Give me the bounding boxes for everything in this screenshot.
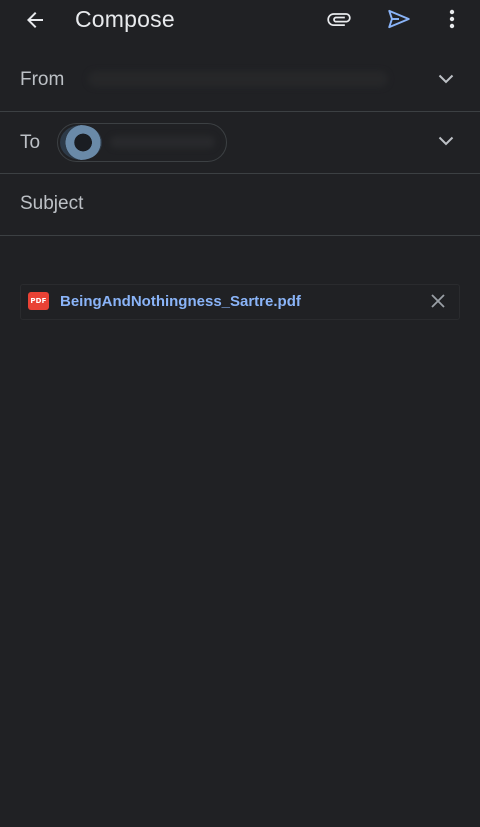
to-expand-button[interactable]: [434, 131, 458, 151]
page-title: Compose: [75, 6, 175, 32]
send-icon: [388, 9, 410, 29]
compose-screen: Compose From To Subject PDF BeingAndNoth…: [0, 0, 480, 827]
from-expand-button[interactable]: [434, 69, 458, 89]
recipient-chip[interactable]: [57, 123, 227, 162]
subject-placeholder: Subject: [20, 193, 84, 214]
more-vert-icon: [449, 9, 455, 29]
to-field[interactable]: To: [0, 111, 480, 174]
remove-attachment-button[interactable]: [428, 291, 448, 311]
chevron-down-icon: [438, 136, 454, 146]
app-bar: Compose: [0, 0, 480, 40]
message-body[interactable]: [0, 236, 480, 276]
attachment-item[interactable]: PDF BeingAndNothingness_Sartre.pdf: [20, 284, 460, 320]
arrow-back-icon: [27, 12, 43, 28]
close-icon: [431, 294, 445, 308]
attach-button[interactable]: [320, 4, 358, 34]
paperclip-icon: [327, 13, 351, 26]
more-options-button[interactable]: [440, 4, 464, 34]
avatar: [60, 125, 102, 160]
from-field[interactable]: From: [0, 49, 480, 112]
chevron-down-icon: [438, 74, 454, 84]
pdf-icon: PDF: [28, 292, 49, 310]
send-button[interactable]: [380, 4, 418, 34]
to-label: To: [20, 132, 41, 153]
attachment-filename: BeingAndNothingness_Sartre.pdf: [60, 293, 301, 310]
recipient-name-redacted: [110, 136, 215, 148]
back-button[interactable]: [16, 4, 54, 36]
subject-field[interactable]: Subject: [0, 173, 480, 236]
from-account-redacted: [88, 71, 388, 87]
from-label: From: [20, 69, 65, 90]
